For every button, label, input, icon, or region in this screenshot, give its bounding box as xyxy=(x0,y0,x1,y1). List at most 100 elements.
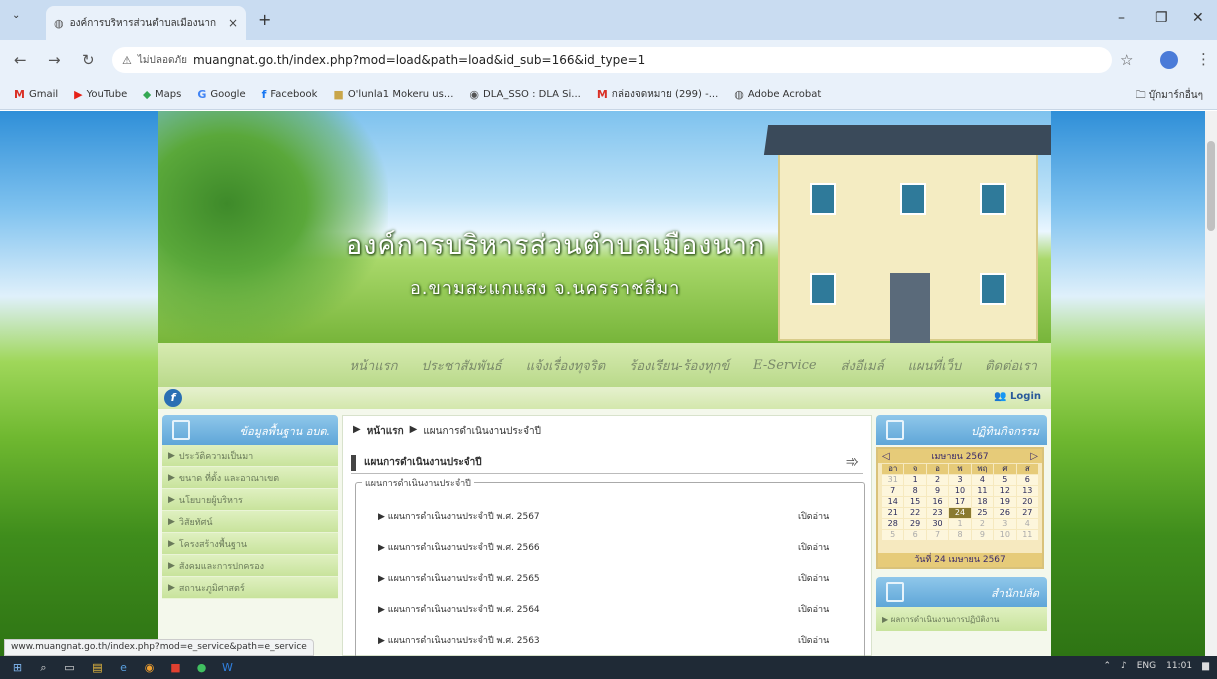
profile-avatar[interactable] xyxy=(1160,51,1178,69)
plan-link[interactable]: ▶ แผนการดำเนินงานประจำปี พ.ศ. 2565 xyxy=(378,571,540,585)
bookmark-item[interactable]: ▶ YouTube xyxy=(74,88,127,101)
bookmark-item[interactable]: ■ O'lunla1 Mokeru us... xyxy=(333,88,453,101)
word-icon[interactable]: W xyxy=(220,660,235,675)
page-scrollbar[interactable] xyxy=(1205,111,1217,656)
plan-row[interactable]: ▶ แผนการดำเนินงานประจำปี พ.ศ. 2563 เปิดอ่… xyxy=(378,629,856,651)
calendar-day[interactable]: 12 xyxy=(994,486,1016,496)
clock[interactable]: 11:01 xyxy=(1166,661,1192,671)
calendar-day[interactable]: 18 xyxy=(971,497,994,507)
calendar-day[interactable]: 3 xyxy=(949,475,971,485)
other-bookmarks[interactable]: 🗀 บุ๊กมาร์กอื่นๆ xyxy=(1136,88,1203,105)
calendar-day[interactable]: 6 xyxy=(1016,475,1038,485)
edge-icon[interactable]: e xyxy=(116,660,131,675)
calendar-day[interactable]: 8 xyxy=(949,530,971,540)
login-link[interactable]: 👥 Login xyxy=(994,391,1041,402)
calendar-day[interactable]: 7 xyxy=(882,486,904,496)
calendar-day[interactable]: 9 xyxy=(926,486,949,496)
calendar-day[interactable]: 3 xyxy=(994,519,1016,529)
calendar-day[interactable]: 4 xyxy=(1016,519,1038,529)
read-button[interactable]: เปิดอ่าน xyxy=(798,509,829,523)
plan-link[interactable]: ▶ แผนการดำเนินงานประจำปี พ.ศ. 2567 xyxy=(378,509,540,523)
read-button[interactable]: เปิดอ่าน xyxy=(798,602,829,616)
bookmark-item[interactable]: ◉ DLA_SSO : DLA Si... xyxy=(469,88,580,101)
warning-icon[interactable]: ⚠ xyxy=(122,54,132,67)
calendar-day[interactable]: 10 xyxy=(994,530,1016,540)
calendar-day[interactable]: 21 xyxy=(882,508,904,518)
calendar-day[interactable]: 25 xyxy=(971,508,994,518)
calendar-day[interactable]: 20 xyxy=(1016,497,1038,507)
calendar-day[interactable]: 5 xyxy=(882,530,904,540)
forward-icon[interactable]: → xyxy=(48,51,61,69)
calendar-day[interactable]: 26 xyxy=(994,508,1016,518)
close-window-icon[interactable]: ✕ xyxy=(1192,10,1204,26)
notifications-icon[interactable]: ▆ xyxy=(1202,661,1209,671)
nav-item[interactable]: ประชาสัมพันธ์ xyxy=(421,355,501,376)
tab-search-icon[interactable]: ⌄ xyxy=(12,10,28,26)
bookmark-star-icon[interactable]: ☆ xyxy=(1120,51,1133,69)
bookmark-item[interactable]: M กล่องจดหมาย (299) -... xyxy=(597,87,718,102)
calendar-day[interactable]: 9 xyxy=(971,530,994,540)
left-menu-item[interactable]: ▶ วิสัยทัศน์ xyxy=(162,511,338,533)
calendar-day[interactable]: 7 xyxy=(926,530,949,540)
nav-item[interactable]: E-Service xyxy=(753,358,816,373)
plan-row[interactable]: ▶ แผนการดำเนินงานประจำปี พ.ศ. 2567 เปิดอ่… xyxy=(378,505,856,527)
calendar-day[interactable]: 22 xyxy=(904,508,926,518)
task-view-icon[interactable]: ▭ xyxy=(62,660,77,675)
plan-link[interactable]: ▶ แผนการดำเนินงานประจำปี พ.ศ. 2564 xyxy=(378,602,540,616)
reload-icon[interactable]: ↻ xyxy=(82,51,95,69)
calendar-day[interactable]: 31 xyxy=(882,475,904,485)
calendar-day[interactable]: 1 xyxy=(904,475,926,485)
calendar-day[interactable]: 2 xyxy=(971,519,994,529)
calendar-day[interactable]: 17 xyxy=(949,497,971,507)
bookmark-item[interactable]: ⬥ Maps xyxy=(143,88,181,102)
calendar-day[interactable]: 16 xyxy=(926,497,949,507)
read-button[interactable]: เปิดอ่าน xyxy=(798,571,829,585)
new-tab-icon[interactable]: + xyxy=(258,10,271,29)
read-button[interactable]: เปิดอ่าน xyxy=(798,633,829,647)
windows-start-icon[interactable]: ⊞ xyxy=(10,660,25,675)
calendar-day[interactable]: 30 xyxy=(926,519,949,529)
calendar-day[interactable]: 19 xyxy=(994,497,1016,507)
bookmark-item[interactable]: f Facebook xyxy=(262,88,318,101)
left-menu-item[interactable]: ▶ นโยบายผู้บริหาร xyxy=(162,489,338,511)
minimize-icon[interactable]: – xyxy=(1118,10,1125,26)
calendar-day[interactable]: 2 xyxy=(926,475,949,485)
bookmark-item[interactable]: M Gmail xyxy=(14,88,58,101)
volume-icon[interactable]: ♪ xyxy=(1121,661,1127,671)
next-month-icon[interactable]: ▷ xyxy=(1030,451,1038,462)
calendar-day[interactable]: 14 xyxy=(882,497,904,507)
left-menu-item[interactable]: ▶ สถานะภูมิศาสตร์ xyxy=(162,577,338,599)
calendar-day[interactable]: 10 xyxy=(949,486,971,496)
calendar-day[interactable]: 5 xyxy=(994,475,1016,485)
search-icon[interactable]: ⌕ xyxy=(36,660,51,675)
plan-row[interactable]: ▶ แผนการดำเนินงานประจำปี พ.ศ. 2565 เปิดอ่… xyxy=(378,567,856,589)
left-menu-item[interactable]: ▶ โครงสร้างพื้นฐาน xyxy=(162,533,338,555)
calendar-day[interactable]: 23 xyxy=(926,508,949,518)
bookmark-item[interactable]: G Google xyxy=(197,88,245,101)
calendar-day[interactable]: 6 xyxy=(904,530,926,540)
file-explorer-icon[interactable]: ▤ xyxy=(90,660,105,675)
network-icon[interactable]: ⌃ xyxy=(1103,661,1111,671)
section2-item[interactable]: ▶ ผลการดำเนินงานการปฏิบัติงาน xyxy=(876,607,1047,631)
address-bar[interactable]: ⚠ ไม่ปลอดภัย muangnat.go.th/index.php?mo… xyxy=(112,47,1112,73)
back-icon[interactable]: ← xyxy=(14,51,27,69)
calendar-day[interactable]: 8 xyxy=(904,486,926,496)
prev-month-icon[interactable]: ◁ xyxy=(882,451,890,462)
language-indicator[interactable]: ENG xyxy=(1137,661,1156,671)
plan-link[interactable]: ▶ แผนการดำเนินงานประจำปี พ.ศ. 2563 xyxy=(378,633,540,647)
calendar-day[interactable]: 13 xyxy=(1016,486,1038,496)
left-menu-item[interactable]: ▶ ขนาด ที่ตั้ง และอาณาเขต xyxy=(162,467,338,489)
line-icon[interactable]: ● xyxy=(194,660,209,675)
plan-link[interactable]: ▶ แผนการดำเนินงานประจำปี พ.ศ. 2566 xyxy=(378,540,540,554)
calendar-day[interactable]: 28 xyxy=(882,519,904,529)
plan-row[interactable]: ▶ แผนการดำเนินงานประจำปี พ.ศ. 2564 เปิดอ่… xyxy=(378,598,856,620)
plan-row[interactable]: ▶ แผนการดำเนินงานประจำปี พ.ศ. 2566 เปิดอ่… xyxy=(378,536,856,558)
nav-item[interactable]: แผนที่เว็บ xyxy=(908,355,961,376)
nav-item[interactable]: แจ้งเรื่องทุจริต xyxy=(526,355,606,376)
calendar-day[interactable]: 11 xyxy=(1016,530,1038,540)
browser-tab[interactable]: ◍ องค์การบริหารส่วนตำบลเมืองนาก × xyxy=(46,6,246,40)
url-text[interactable]: muangnat.go.th/index.php?mod=load&path=l… xyxy=(193,53,645,67)
close-tab-icon[interactable]: × xyxy=(228,16,238,30)
nav-item[interactable]: หน้าแรก xyxy=(349,355,397,376)
left-menu-item[interactable]: ▶ ประวัติความเป็นมา xyxy=(162,445,338,467)
